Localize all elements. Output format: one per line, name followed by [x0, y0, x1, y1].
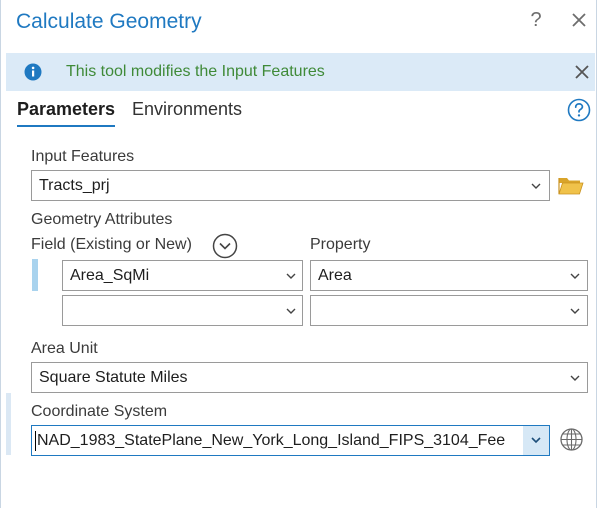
folder-icon[interactable] — [558, 174, 584, 196]
coordinate-system-label: Coordinate System — [31, 403, 168, 420]
active-parameter-marker — [6, 393, 11, 455]
field-dropdown-row-1[interactable]: Area_SqMi — [62, 260, 303, 291]
help-button[interactable]: ? — [527, 9, 545, 32]
chevron-down-icon — [286, 273, 296, 279]
property-value: Area — [318, 267, 352, 284]
info-icon — [24, 63, 42, 81]
field-dropdown-row-2[interactable] — [62, 295, 303, 326]
chevron-down-icon — [286, 308, 296, 314]
row-selection-marker — [32, 259, 38, 291]
coordinate-system-value: NAD_1983_StatePlane_New_York_Long_Island… — [37, 432, 506, 449]
tab-parameters[interactable]: Parameters — [17, 99, 116, 127]
chevron-down-icon — [531, 183, 541, 189]
banner-message: This tool modifies the Input Features — [66, 63, 325, 80]
geoprocessing-pane: Calculate Geometry ? This tool modifies … — [0, 0, 597, 508]
property-header: Property — [310, 236, 371, 253]
tool-title: Calculate Geometry — [16, 10, 202, 33]
chevron-down-icon — [531, 437, 541, 444]
chevron-down-circle-icon[interactable] — [212, 233, 238, 259]
close-icon[interactable] — [569, 10, 589, 30]
property-dropdown-row-2[interactable] — [310, 295, 588, 326]
geometry-attributes-label: Geometry Attributes — [31, 211, 173, 228]
area-unit-label: Area Unit — [31, 340, 98, 357]
help-icon[interactable] — [567, 98, 591, 122]
area-unit-dropdown[interactable]: Square Statute Miles — [31, 362, 588, 393]
input-features-label: Input Features — [31, 148, 135, 165]
input-features-value: Tracts_prj — [39, 177, 110, 194]
chevron-down-icon — [570, 273, 580, 279]
coordinate-system-dropdown[interactable]: NAD_1983_StatePlane_New_York_Long_Island… — [31, 425, 550, 456]
chevron-down-icon — [570, 375, 580, 381]
field-header: Field (Existing or New) — [31, 236, 192, 253]
title-bar: Calculate Geometry ? — [1, 0, 597, 46]
field-value: Area_SqMi — [70, 267, 150, 284]
text-cursor — [35, 431, 36, 451]
tab-environments[interactable]: Environments — [132, 99, 242, 120]
area-unit-value: Square Statute Miles — [39, 369, 188, 386]
chevron-down-icon — [570, 308, 580, 314]
globe-icon[interactable] — [559, 427, 584, 452]
coordinate-system-dropdown-button[interactable] — [523, 426, 549, 455]
input-features-dropdown[interactable]: Tracts_prj — [31, 170, 550, 201]
close-icon[interactable] — [573, 63, 591, 81]
info-banner: This tool modifies the Input Features — [6, 53, 595, 91]
property-dropdown-row-1[interactable]: Area — [310, 260, 588, 291]
